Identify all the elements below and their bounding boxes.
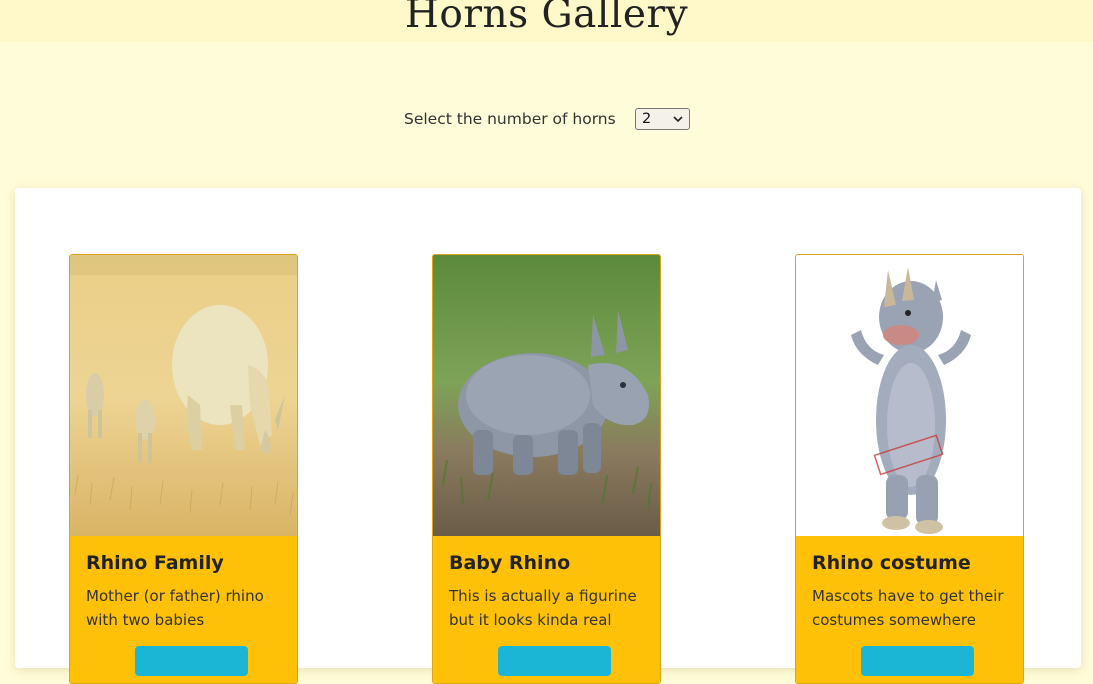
- horns-filter-label: Select the number of horns: [404, 110, 616, 128]
- rhino-family-photo: [70, 255, 297, 536]
- card-title: Rhino costume: [812, 552, 971, 574]
- baby-rhino-image[interactable]: [433, 255, 660, 536]
- card-button[interactable]: [498, 646, 611, 676]
- horns-filter: Select the number of horns 2: [404, 108, 690, 130]
- baby-rhino-figurine-photo: [433, 255, 660, 536]
- card-description: This is actually a figurine but it looks…: [449, 587, 637, 629]
- card-title: Rhino Family: [86, 552, 224, 574]
- card-button[interactable]: [861, 646, 974, 676]
- chevron-down-icon: [673, 114, 683, 124]
- card-description: Mascots have to get their costumes somew…: [812, 587, 1004, 629]
- card-description: Mother (or father) rhino with two babies: [86, 587, 264, 629]
- horns-select-value: 2: [642, 111, 652, 127]
- page-title: Horns Gallery: [404, 0, 689, 37]
- page-header: Horns Gallery: [0, 0, 1093, 42]
- gallery-card: Baby Rhino This is actually a figurine b…: [432, 254, 661, 684]
- gallery-panel: Rhino Family Mother (or father) rhino wi…: [15, 188, 1081, 684]
- horns-select[interactable]: 2: [635, 108, 690, 130]
- card-button[interactable]: [135, 646, 248, 676]
- card-title: Baby Rhino: [449, 552, 571, 574]
- gallery-card: Rhino costume Mascots have to get their …: [795, 254, 1024, 684]
- rhino-mascot-costume-photo: [796, 255, 1023, 536]
- rhino-costume-image[interactable]: [796, 255, 1023, 536]
- rhino-family-image[interactable]: [70, 255, 297, 536]
- gallery-card: Rhino Family Mother (or father) rhino wi…: [69, 254, 298, 684]
